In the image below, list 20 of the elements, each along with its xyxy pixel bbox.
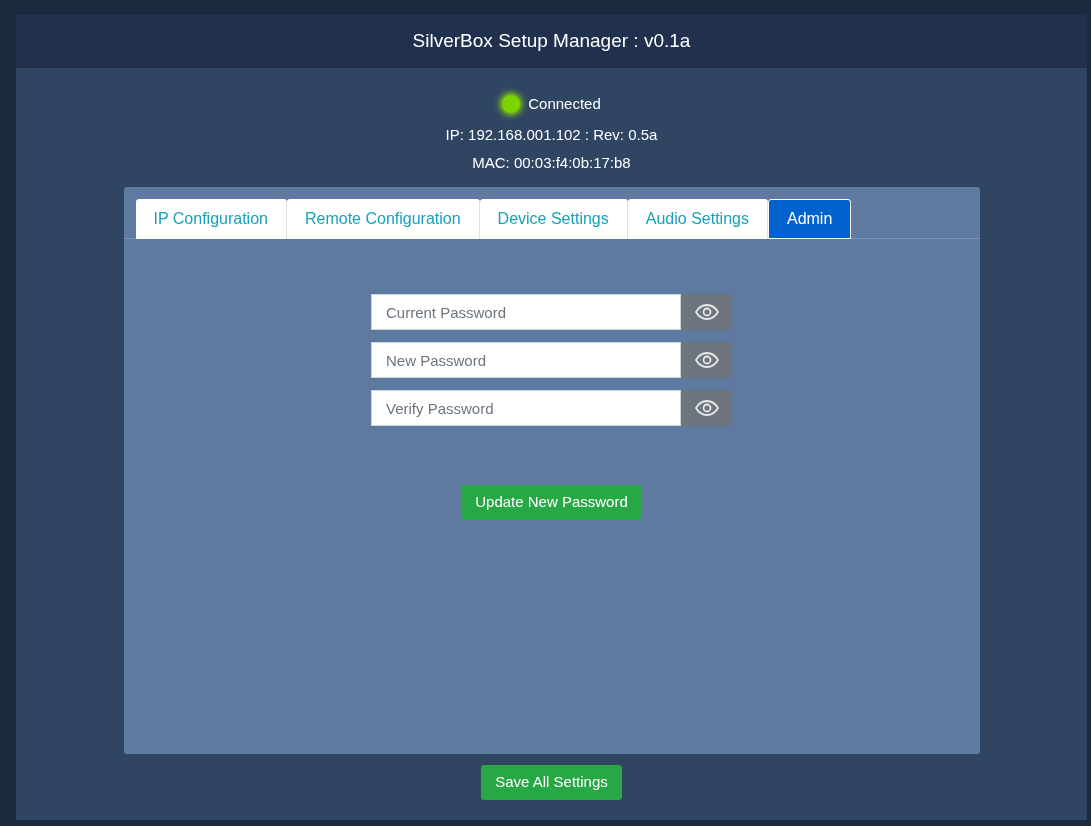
eye-icon: [694, 400, 719, 416]
tab[interactable]: Admin: [767, 199, 852, 239]
window-title: SilverBox Setup Manager : v0.1a: [412, 29, 691, 54]
password-field[interactable]: New Password: [371, 342, 681, 378]
show-password-button[interactable]: [681, 390, 732, 426]
eye-icon: [694, 352, 719, 368]
tab[interactable]: Remote Configuration: [286, 199, 480, 239]
tab[interactable]: Audio Settings: [627, 199, 768, 239]
show-password-button[interactable]: [681, 294, 732, 330]
update-password-button[interactable]: Update New Password: [461, 485, 642, 520]
password-field[interactable]: Current Password: [371, 294, 681, 330]
status-label: Connected: [528, 93, 601, 114]
device-info: IP: 192.168.001.102 : Rev: 0.5a: [445, 125, 658, 145]
tab[interactable]: Device Settings: [479, 199, 628, 239]
device-info: MAC: 00:03:f4:0b:17:b8: [472, 152, 631, 173]
tab[interactable]: IP Configuration: [135, 199, 287, 239]
save-settings-button[interactable]: Save All Settings: [481, 765, 622, 800]
eye-icon: [694, 304, 719, 320]
password-field[interactable]: Verify Password: [371, 390, 681, 426]
show-password-button[interactable]: [681, 342, 732, 378]
